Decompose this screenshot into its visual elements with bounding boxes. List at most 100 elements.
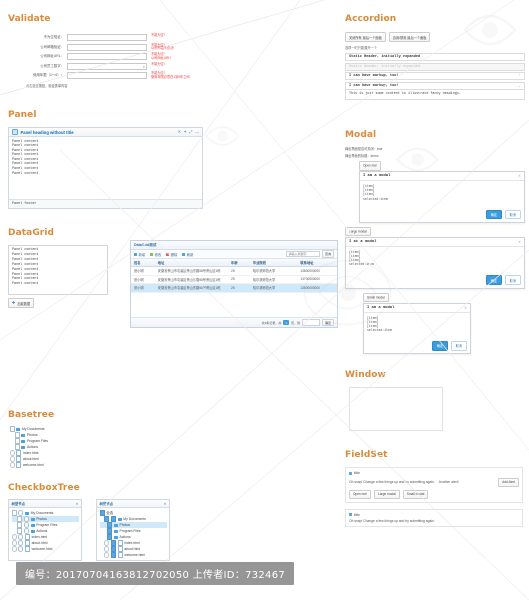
checkbox-icon[interactable] xyxy=(110,540,117,546)
cancel-button[interactable]: 取消 xyxy=(504,275,521,286)
close-icon[interactable]: ✕ xyxy=(464,306,467,310)
spinner-arrows-icon[interactable]: ⇕ xyxy=(142,64,145,71)
checkbox-icon[interactable] xyxy=(110,552,117,558)
cell-address: 安徽省黄山市屯溪区黄山东路58号黄山区1栋 xyxy=(157,286,221,291)
accordion-item[interactable]: I can have markup, too! ⌄ xyxy=(345,81,525,90)
open-me-button[interactable]: Open me! xyxy=(359,161,381,171)
table-row[interactable]: 张小明 安徽省黄山市屯溪区黄山东路58号黄山区1栋 25 哈尔滨师范大学 138… xyxy=(131,267,337,276)
open-me-button[interactable]: Open me! xyxy=(349,489,371,499)
checkbox-icon[interactable] xyxy=(17,522,23,528)
page-title-datagrid: DataGrid xyxy=(8,228,55,238)
load-data-button[interactable]: ✚ 加载数据 xyxy=(8,298,35,308)
cancel-button[interactable]: 取消 xyxy=(450,341,467,351)
checkbox-icon[interactable] xyxy=(9,426,15,432)
confirm-button[interactable]: 确定 xyxy=(485,209,503,220)
column-header[interactable]: 联系地址 xyxy=(297,260,337,265)
radio-icon[interactable] xyxy=(18,534,24,540)
page-go-button[interactable]: 确定 xyxy=(321,318,334,327)
column-header[interactable]: 年龄 xyxy=(228,260,250,265)
close-icon[interactable]: ✕ xyxy=(178,130,181,134)
close-icon[interactable]: ✕ xyxy=(518,174,521,178)
accordion-item[interactable]: I can have markup, too! ⌃ xyxy=(345,72,525,81)
tree-node[interactable]: welcome.html xyxy=(100,552,167,558)
url-input[interactable] xyxy=(67,53,147,61)
checkbox-icon[interactable] xyxy=(14,432,20,438)
close-icon[interactable]: ✕ xyxy=(518,240,521,244)
expander-icon[interactable] xyxy=(9,462,15,468)
checkbox-icon[interactable] xyxy=(11,510,17,516)
toolbar-refresh-button[interactable]: 刷新 xyxy=(182,252,193,257)
file-icon xyxy=(25,546,31,552)
add-alert-button[interactable]: Add Alert xyxy=(498,477,519,487)
email-input[interactable] xyxy=(67,43,147,51)
expander-icon[interactable] xyxy=(11,546,17,552)
toggle-enable-button[interactable]: 自用/禁用 最后一个面板 xyxy=(388,32,431,43)
expander-icon[interactable] xyxy=(104,552,110,558)
large-modal-button[interactable]: Large modal xyxy=(345,227,371,237)
toolbar-delete-button[interactable]: 删除 xyxy=(166,252,177,257)
small-modal-button[interactable]: Small modal xyxy=(363,292,389,303)
radio-icon[interactable] xyxy=(23,528,30,534)
cancel-button[interactable]: 取消 xyxy=(504,209,521,220)
tree-node[interactable]: welcome.html xyxy=(11,546,79,552)
checkbox-icon[interactable] xyxy=(17,516,23,522)
checkbox-icon[interactable] xyxy=(110,516,117,522)
small-modal-button[interactable]: Small modal xyxy=(402,489,429,499)
tree-panel-header: 树型节点 ✕ xyxy=(9,500,81,508)
radio-icon[interactable] xyxy=(18,546,24,552)
radio-icon[interactable] xyxy=(18,510,24,516)
search-button[interactable]: 查询 xyxy=(321,250,334,258)
modal-title: I am a modal xyxy=(363,174,391,178)
checkbox-icon[interactable] xyxy=(107,522,113,528)
panel-tools: ✕ ✦ ⤢ — xyxy=(178,130,199,134)
column-header[interactable]: 毕业院校 xyxy=(250,260,298,265)
radio-icon[interactable] xyxy=(23,522,30,528)
checkbox-icon[interactable] xyxy=(14,438,20,444)
page-jump-input[interactable] xyxy=(301,318,320,327)
expander-icon[interactable] xyxy=(11,540,17,546)
search-input[interactable] xyxy=(285,251,320,257)
checkbox-icon[interactable] xyxy=(17,528,23,534)
radio-icon[interactable] xyxy=(18,540,24,546)
column-header[interactable]: 地址 xyxy=(155,260,228,265)
modal-header: I am a modal ✕ xyxy=(360,172,524,181)
close-icon[interactable]: ✕ xyxy=(164,502,167,506)
close-icon[interactable]: ✕ xyxy=(76,502,79,506)
confirm-button[interactable]: 确定 xyxy=(485,275,503,286)
accordion-item[interactable]: Static Header, initially expanded xyxy=(345,53,525,62)
cell-contact: 13600000000 xyxy=(300,285,320,290)
large-modal-button[interactable]: Large modal xyxy=(374,489,400,499)
chevron-down-icon[interactable]: ⌄ xyxy=(518,84,521,88)
radio-icon[interactable] xyxy=(23,516,30,522)
checkbox-icon[interactable] xyxy=(104,516,110,522)
expander-icon[interactable] xyxy=(104,540,110,546)
folder-icon xyxy=(30,517,35,521)
list-item: Panel content xyxy=(12,282,39,287)
expander-icon[interactable] xyxy=(104,546,110,552)
expander-icon[interactable] xyxy=(9,450,15,456)
maximize-icon[interactable]: ⤢ xyxy=(189,130,192,134)
checkbox-icon[interactable] xyxy=(14,444,20,450)
expander-icon[interactable] xyxy=(9,456,15,462)
toolbar-edit-button[interactable]: 修改 xyxy=(150,252,161,257)
minimize-icon[interactable]: — xyxy=(195,130,199,134)
years-input[interactable] xyxy=(67,72,147,80)
number-spinner-input[interactable]: ⇕ xyxy=(67,62,147,71)
checkbox-icon[interactable] xyxy=(99,510,105,516)
table-row-selected[interactable]: 张小明 安徽省黄山市屯溪区黄山东路58号黄山区1栋 25 哈尔滨师范大学 136… xyxy=(131,284,337,293)
column-header[interactable]: 姓名 xyxy=(131,260,155,265)
checkbox-icon[interactable] xyxy=(107,528,113,534)
collapse-all-button[interactable]: 关闭所有 最后一个面板 xyxy=(345,32,386,43)
notempty-input[interactable] xyxy=(67,34,147,41)
checkbox-icon[interactable] xyxy=(110,546,117,552)
checkbox-icon[interactable] xyxy=(107,534,113,540)
chevron-up-icon[interactable]: ⌃ xyxy=(518,74,521,78)
expander-icon[interactable] xyxy=(11,534,17,540)
table-row[interactable]: 张小明 安徽省黄山市屯溪区黄山东路58号黄山区1栋 25 哈尔滨师范大学 137… xyxy=(131,276,337,284)
tree-node[interactable]: welcome.html xyxy=(8,462,338,468)
current-page[interactable]: 1 xyxy=(283,319,289,326)
toolbar-add-button[interactable]: 新增 xyxy=(134,252,145,257)
collapse-icon[interactable]: ✦ xyxy=(183,130,186,134)
page-label: 页，到 xyxy=(290,320,300,325)
confirm-button[interactable]: 确定 xyxy=(431,341,449,351)
